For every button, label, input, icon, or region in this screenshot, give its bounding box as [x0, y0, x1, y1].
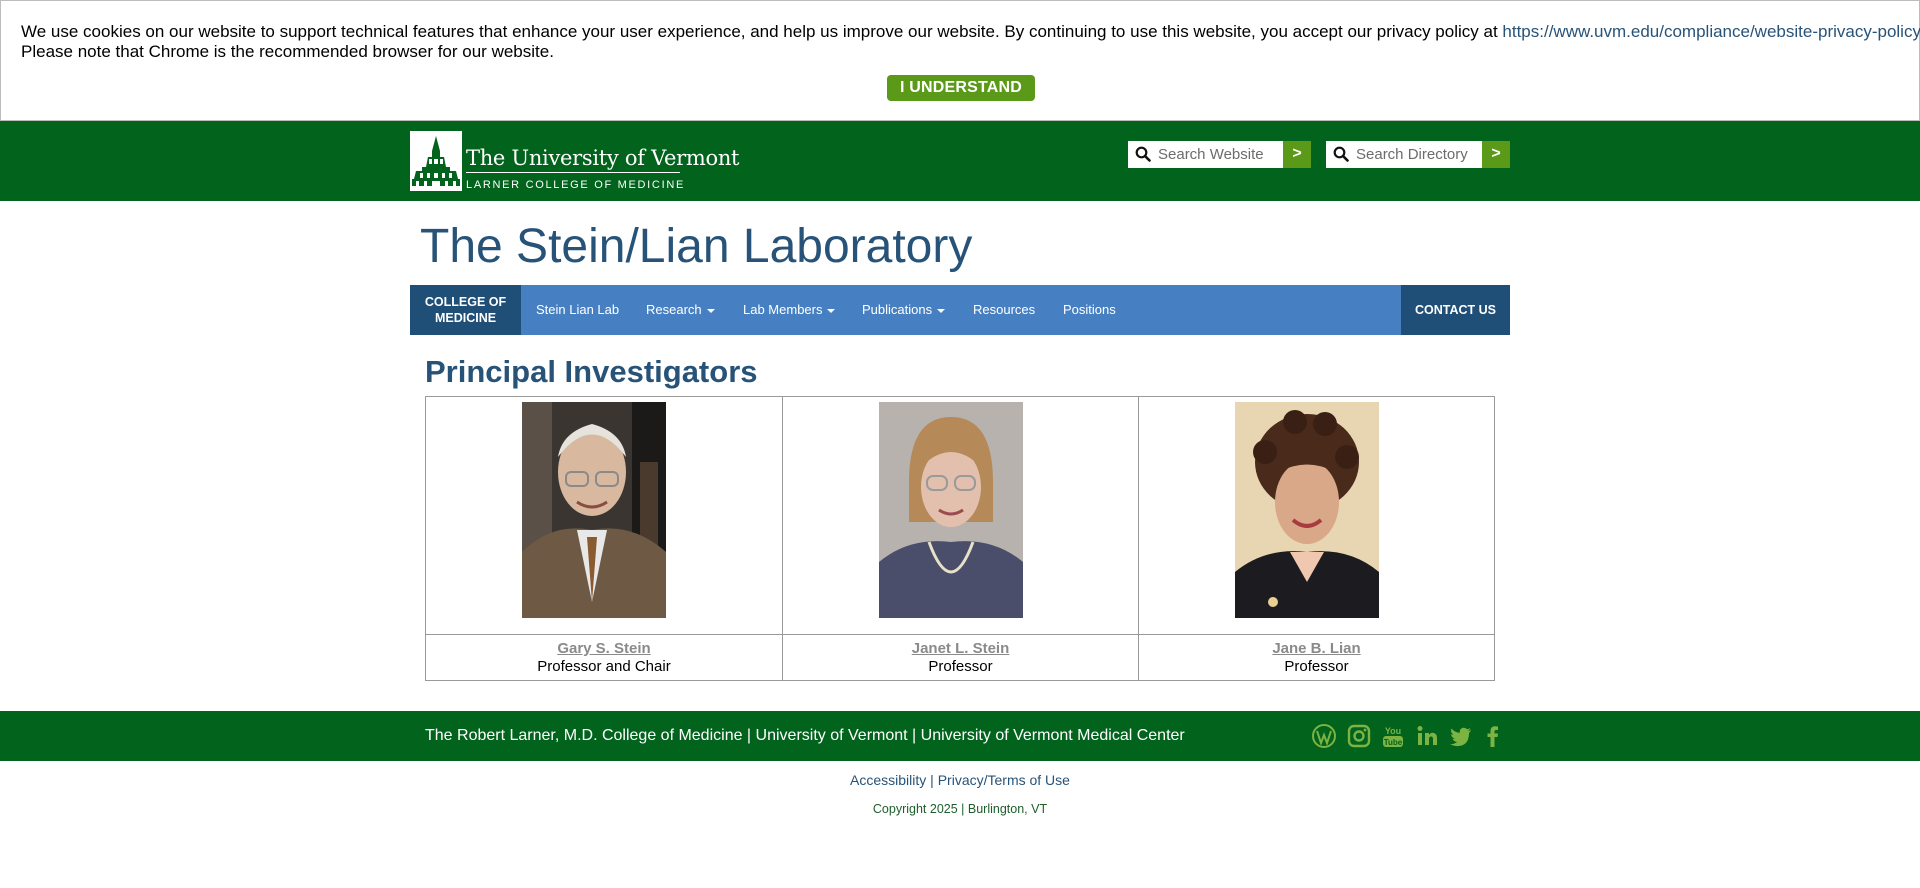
site-title[interactable]: The Stein/Lian Laboratory — [420, 219, 972, 274]
investigator-photo[interactable] — [522, 402, 666, 618]
linkedin-icon[interactable] — [1414, 723, 1440, 749]
instagram-icon[interactable] — [1346, 723, 1372, 749]
nav-item-research[interactable]: Research — [646, 285, 715, 335]
search-directory-button[interactable]: > — [1482, 141, 1510, 168]
svg-text:Tube: Tube — [1384, 738, 1403, 747]
nav-item-positions[interactable]: Positions — [1063, 285, 1116, 335]
svg-text:You: You — [1385, 726, 1401, 736]
nav-item-lab-members[interactable]: Lab Members — [743, 285, 836, 335]
i-understand-button[interactable]: I UNDERSTAND — [887, 75, 1035, 101]
investigator-role: Professor — [1284, 658, 1349, 675]
accessibility-link[interactable]: Accessibility — [850, 772, 926, 788]
nav-item-label: Positions — [1063, 302, 1116, 317]
search-website-input[interactable]: Search Website — [1128, 141, 1283, 168]
investigator-photo[interactable] — [879, 402, 1023, 618]
search-website: Search Website > — [1128, 141, 1311, 168]
caret-down-icon — [827, 308, 836, 313]
nav-item-label: Stein Lian Lab — [536, 302, 620, 317]
nav-item-publications[interactable]: Publications — [862, 285, 946, 335]
search-website-placeholder: Search Website — [1158, 146, 1264, 163]
site-header: The University of Vermont LARNER COLLEGE… — [0, 121, 1920, 201]
main-nav: COLLEGE OF MEDICINE Stein Lian Lab Resea… — [410, 285, 1510, 335]
investigator-card: Gary S. Stein Professor and Chair — [426, 397, 782, 680]
nav-college-line1: COLLEGE OF — [424, 295, 507, 309]
nav-item-label: Research — [646, 302, 702, 317]
nav-item-resources[interactable]: Resources — [973, 285, 1035, 335]
caret-down-icon — [937, 308, 946, 313]
nav-item-label: Lab Members — [743, 302, 823, 317]
logo-divider — [466, 172, 680, 173]
nav-item-label: Resources — [973, 302, 1036, 317]
footer-text: The Robert Larner, M.D. College of Medic… — [425, 727, 1185, 744]
nav-item-stein-lian-lab[interactable]: Stein Lian Lab — [536, 285, 619, 335]
search-directory-input[interactable]: Search Directory — [1326, 141, 1482, 168]
search-website-button[interactable]: > — [1283, 141, 1311, 168]
investigator-role: Professor — [928, 658, 993, 675]
uvm-logo-icon[interactable] — [410, 131, 462, 191]
search-directory: Search Directory > — [1326, 141, 1510, 168]
search-icon — [1333, 146, 1349, 162]
university-name[interactable]: The University of Vermont — [466, 146, 740, 170]
search-directory-placeholder: Search Directory — [1356, 146, 1468, 163]
footer-links: Accessibility | Privacy/Terms of Use — [0, 772, 1920, 788]
investigator-card: Jane B. Lian Professor — [1138, 397, 1494, 680]
youtube-icon[interactable]: You Tube — [1380, 723, 1406, 749]
search-icon — [1135, 146, 1151, 162]
college-name[interactable]: LARNER COLLEGE OF MEDICINE — [466, 179, 685, 191]
caret-down-icon — [706, 308, 715, 313]
section-title: Principal Investigators — [425, 354, 758, 389]
investigator-name-link[interactable]: Jane B. Lian — [1139, 640, 1494, 657]
link-separator: | — [926, 772, 938, 788]
twitter-icon[interactable] — [1448, 723, 1474, 749]
investigator-name-link[interactable]: Gary S. Stein — [426, 640, 782, 657]
cookie-message: We use cookies on our website to support… — [21, 22, 1920, 62]
privacy-terms-link[interactable]: Privacy/Terms of Use — [938, 772, 1070, 788]
nav-college-of-medicine[interactable]: COLLEGE OF MEDICINE — [410, 285, 521, 335]
investigator-card: Janet L. Stein Professor — [782, 397, 1138, 680]
investigator-name-link[interactable]: Janet L. Stein — [783, 640, 1138, 657]
nav-college-line2: MEDICINE — [434, 311, 497, 325]
copyright: Copyright 2025 | Burlington, VT — [872, 802, 1048, 816]
wordpress-icon[interactable] — [1311, 723, 1337, 749]
investigator-photo[interactable] — [1235, 402, 1379, 618]
contact-us-button[interactable]: CONTACT US — [1401, 285, 1510, 335]
facebook-icon[interactable] — [1480, 723, 1506, 749]
investigator-role: Professor and Chair — [537, 658, 671, 675]
browser-note: Please note that Chrome is the recommend… — [21, 42, 554, 61]
investigators-table: Gary S. Stein Professor and Chair Janet … — [425, 396, 1495, 681]
cookie-message-text: We use cookies on our website to support… — [21, 22, 1503, 41]
cell-divider — [1139, 634, 1494, 635]
cell-divider — [426, 634, 782, 635]
cookie-banner: We use cookies on our website to support… — [0, 0, 1920, 121]
nav-item-label: Publications — [862, 302, 933, 317]
privacy-policy-link[interactable]: https://www.uvm.edu/compliance/website-p… — [1502, 22, 1920, 41]
cell-divider — [783, 634, 1138, 635]
site-footer: The Robert Larner, M.D. College of Medic… — [0, 711, 1920, 761]
